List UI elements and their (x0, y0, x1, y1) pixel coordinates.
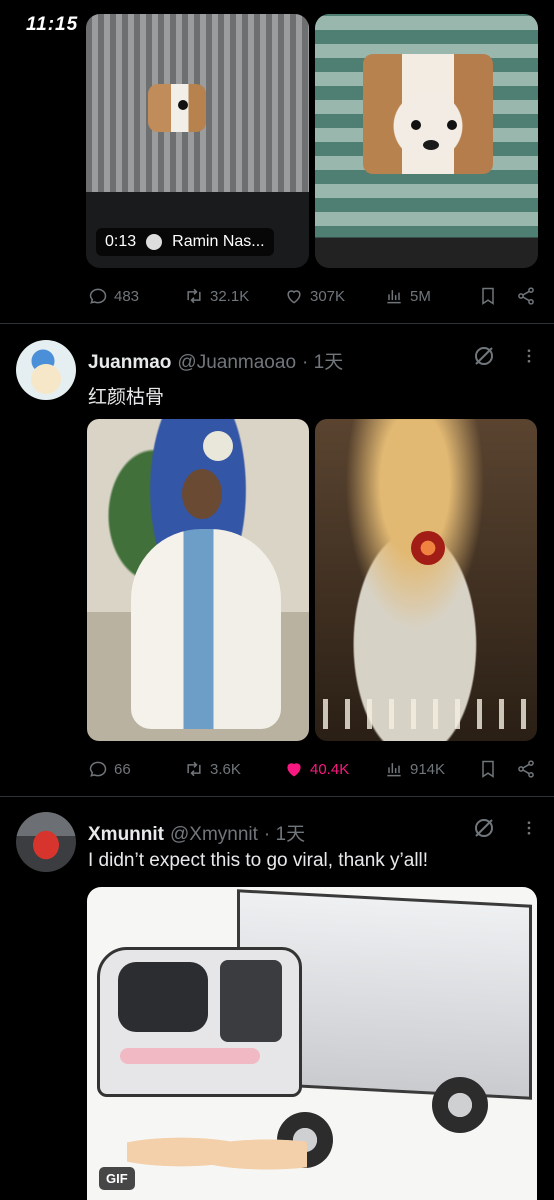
author-handle[interactable]: @Juanmaoao (177, 352, 296, 374)
truck-wheel (432, 1077, 488, 1133)
like-count: 40.4K (310, 760, 350, 778)
reply-button[interactable]: 483 (88, 286, 184, 306)
tweet1-media[interactable]: 0:13 Ramin Nas... (86, 14, 538, 268)
video-frame-left[interactable]: 0:13 Ramin Nas... (86, 14, 309, 268)
tweet1-action-bar: 483 32.1K 307K 5M (88, 282, 536, 310)
truck-hands (127, 1127, 307, 1177)
reply-icon (89, 288, 107, 304)
status-time: 11:15 (26, 14, 79, 35)
views-button[interactable]: 914K (384, 759, 464, 779)
tweet-age: · 1天 (263, 824, 306, 845)
views-icon (387, 763, 401, 777)
tweet2-header: Juanmao @Juanmaoao · 1天 (88, 347, 343, 374)
bookmark-icon[interactable] (478, 759, 498, 779)
grok-icon[interactable] (472, 816, 496, 840)
video-duration: 0:13 (105, 233, 137, 250)
dog-image-small (148, 84, 206, 132)
video-author-name: Ramin Nas... (172, 233, 265, 250)
more-icon[interactable] (520, 816, 538, 840)
bookmark-icon[interactable] (478, 286, 498, 306)
more-icon[interactable] (520, 344, 538, 368)
retweet-button[interactable]: 3.6K (184, 759, 284, 779)
retweet-icon (187, 761, 201, 777)
author-handle[interactable]: @Xmynnit (170, 824, 258, 846)
tweet3-header: Xmunnit @Xmynnit · 1天 (88, 819, 305, 846)
tweet3-gif[interactable]: GIF (87, 887, 537, 1200)
like-icon (287, 763, 301, 777)
tweet2-media[interactable] (87, 419, 537, 741)
avatar[interactable] (16, 812, 76, 872)
views-icon (387, 290, 401, 304)
author-name[interactable]: Xmunnit (88, 824, 164, 846)
author-name[interactable]: Juanmao (88, 352, 171, 374)
retweet-count: 3.6K (210, 760, 241, 778)
dog-image-large (363, 54, 493, 174)
avatar[interactable] (16, 340, 76, 400)
retweet-icon (187, 288, 201, 304)
share-icon[interactable] (516, 759, 536, 779)
retweet-count: 32.1K (210, 287, 250, 305)
video-author-avatar (146, 234, 163, 250)
truck-cab (97, 947, 302, 1097)
video-info-chip: 0:13 Ramin Nas... (96, 228, 274, 256)
reply-button[interactable]: 66 (88, 759, 184, 779)
gif-badge: GIF (99, 1167, 135, 1190)
video-frame-right[interactable] (315, 14, 538, 268)
artwork-image-right[interactable] (315, 419, 537, 741)
views-button[interactable]: 5M (384, 286, 464, 306)
reply-icon (89, 761, 107, 777)
tweet-text: I didn’t expect this to go viral, thank … (88, 850, 429, 871)
reply-count: 483 (114, 287, 140, 305)
views-count: 5M (410, 287, 431, 305)
artwork-image-left[interactable] (87, 419, 309, 741)
like-icon (287, 290, 301, 304)
grok-icon[interactable] (472, 344, 496, 368)
like-button[interactable]: 40.4K (284, 759, 384, 779)
tweet-divider (0, 796, 554, 797)
like-button[interactable]: 307K (284, 286, 384, 306)
views-count: 914K (410, 760, 446, 778)
tweet-divider (0, 323, 554, 324)
share-icon[interactable] (516, 286, 536, 306)
tweet-text: 红颜枯骨 (88, 387, 165, 408)
tweet2-action-bar: 66 3.6K 40.4K 914K (88, 755, 536, 783)
tweet-age: · 1天 (302, 352, 344, 373)
retweet-button[interactable]: 32.1K (184, 286, 284, 306)
like-count: 307K (310, 287, 346, 305)
reply-count: 66 (114, 760, 131, 778)
